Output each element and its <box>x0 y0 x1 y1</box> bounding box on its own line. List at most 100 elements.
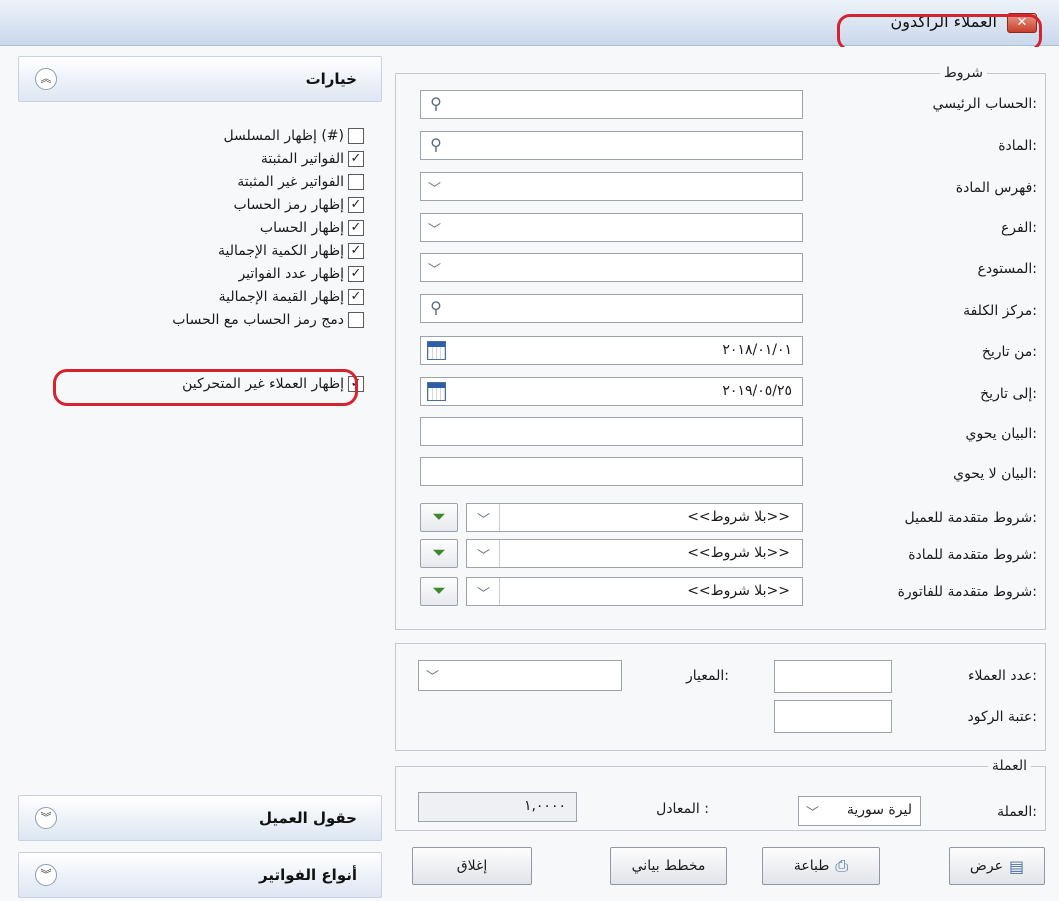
chevron-down-icon[interactable]: ﹀ <box>477 583 490 602</box>
to-date-field[interactable]: ٢٠١٩/٠٥/٢٥ <box>420 377 803 406</box>
statement-contains-label: البيان يحوي: <box>965 426 1037 442</box>
print-button[interactable]: طباعة ⎙ <box>762 847 880 885</box>
customer-fields-panel-header[interactable]: حقول العميل ︾ <box>18 795 382 841</box>
option-merge-account-code[interactable]: دمج رمز الحساب مع الحساب <box>172 309 364 331</box>
option-label: إظهار الكمية الإجمالية <box>217 243 344 259</box>
view-report-icon: ▤ <box>1008 856 1025 876</box>
warehouse-dropdown[interactable]: ﹀ <box>420 253 803 282</box>
view-button[interactable]: عرض ▤ <box>949 847 1045 885</box>
option-label: إظهار الحساب <box>259 220 344 236</box>
checkbox-icon[interactable] <box>348 128 364 144</box>
option-label: إظهار المسلسل (#) <box>223 128 344 144</box>
material-index-label: فهرس المادة: <box>955 180 1037 196</box>
to-date-label: إلى تاريخ: <box>980 386 1037 402</box>
view-button-label: عرض <box>969 858 1003 874</box>
options-panel-title: خيارات <box>305 70 357 88</box>
from-date-field[interactable]: ٢٠١٨/٠١/٠١ <box>420 336 803 365</box>
option-show-account-code[interactable]: ✓ إظهار رمز الحساب <box>233 194 364 216</box>
close-button-label: إغلاق <box>456 858 488 874</box>
option-label: دمج رمز الحساب مع الحساب <box>172 312 344 328</box>
expand-chevron-icon[interactable]: ︾ <box>35 807 57 829</box>
option-label: إظهار عدد الفواتير <box>238 266 344 282</box>
option-label: الفواتير المثبتة <box>260 151 344 167</box>
equivalent-label: المعادل : <box>656 801 709 817</box>
option-label: الفواتير غير المثبتة <box>237 174 344 190</box>
option-show-account[interactable]: ✓ إظهار الحساب <box>260 217 364 239</box>
statement-not-contains-field[interactable] <box>420 457 803 486</box>
calendar-icon[interactable] <box>427 382 446 401</box>
cost-center-label: مركز الكلفة: <box>963 303 1037 319</box>
adv-material-label: شروط متقدمة للمادة: <box>908 547 1037 563</box>
branch-dropdown[interactable]: ﹀ <box>420 213 803 242</box>
adv-material-combo[interactable]: ﹀ <<بلا شروط>> <box>466 539 803 568</box>
customer-count-field[interactable] <box>774 660 892 693</box>
customer-fields-title: حقول العميل <box>258 809 357 827</box>
checkbox-icon[interactable] <box>348 174 364 190</box>
statement-not-contains-label: البيان لا يحوي: <box>953 466 1037 482</box>
adv-material-filter-button[interactable]: ⏷ <box>420 539 458 568</box>
checkbox-checked-icon[interactable]: ✓ <box>348 220 364 236</box>
search-icon[interactable]: ⚲ <box>425 94 447 116</box>
option-show-total-value[interactable]: ✓ إظهار القيمة الإجمالية <box>219 286 364 308</box>
threshold-field[interactable] <box>774 700 892 733</box>
equivalent-field: ١,٠٠٠٠ <box>418 792 577 822</box>
adv-customer-label: شروط متقدمة للعميل: <box>904 510 1037 526</box>
cost-center-field[interactable]: ⚲ <box>420 294 803 323</box>
chevron-down-icon[interactable]: ﹀ <box>426 666 439 685</box>
currency-label: العملة: <box>997 804 1037 820</box>
print-button-label: طباعة <box>793 858 830 874</box>
statement-contains-field[interactable] <box>420 417 803 446</box>
chevron-down-icon[interactable]: ﹀ <box>428 259 441 278</box>
chevron-down-icon[interactable]: ﹀ <box>477 545 490 564</box>
expand-chevron-icon[interactable]: ︾ <box>35 864 57 886</box>
currency-legend: العملة <box>987 758 1031 774</box>
search-icon[interactable]: ⚲ <box>425 135 447 157</box>
invoice-types-panel-header[interactable]: أنواع الفواتير ︾ <box>18 852 382 898</box>
option-unposted-invoices[interactable]: الفواتير غير المثبتة <box>237 171 364 193</box>
checkbox-checked-icon[interactable]: ✓ <box>348 266 364 282</box>
invoice-types-title: أنواع الفواتير <box>259 866 357 884</box>
customer-count-label: عدد العملاء: <box>967 668 1037 684</box>
collapse-chevron-icon[interactable]: ︽ <box>35 68 57 90</box>
filter-icon: ⏷ <box>432 507 446 527</box>
material-field[interactable]: ⚲ <box>420 131 803 160</box>
option-highlight-annotation <box>53 369 358 406</box>
options-panel-header[interactable]: خيارات ︽ <box>18 56 382 102</box>
material-index-dropdown[interactable]: ﹀ <box>420 172 803 201</box>
checkbox-checked-icon[interactable]: ✓ <box>348 151 364 167</box>
filter-icon: ⏷ <box>432 581 446 601</box>
main-account-field[interactable]: ⚲ <box>420 90 803 119</box>
checkbox-checked-icon[interactable]: ✓ <box>348 289 364 305</box>
chevron-down-icon[interactable]: ﹀ <box>428 178 441 197</box>
chart-button[interactable]: مخطط بياني <box>610 847 727 885</box>
adv-customer-filter-button[interactable]: ⏷ <box>420 503 458 532</box>
printer-icon: ⎙ <box>835 856 849 875</box>
option-show-serial[interactable]: إظهار المسلسل (#) <box>223 125 364 147</box>
from-date-label: من تاريخ: <box>981 344 1037 360</box>
option-posted-invoices[interactable]: ✓ الفواتير المثبتة <box>261 148 364 170</box>
adv-customer-combo[interactable]: ﹀ <<بلا شروط>> <box>466 503 803 532</box>
main-account-label: الحساب الرئيسي: <box>932 96 1037 112</box>
title-highlight-annotation <box>837 14 1042 51</box>
checkbox-checked-icon[interactable]: ✓ <box>348 197 364 213</box>
chevron-down-icon[interactable]: ﹀ <box>477 509 490 528</box>
chart-button-label: مخطط بياني <box>631 858 706 874</box>
adv-invoice-combo[interactable]: ﹀ <<بلا شروط>> <box>466 577 803 606</box>
criterion-dropdown[interactable]: ﹀ <box>418 660 622 691</box>
checkbox-checked-icon[interactable]: ✓ <box>348 243 364 259</box>
material-label: المادة: <box>998 138 1037 154</box>
option-show-invoice-count[interactable]: ✓ إظهار عدد الفواتير <box>238 263 364 285</box>
currency-dropdown[interactable]: ﹀ ليرة سورية <box>798 796 921 826</box>
warehouse-label: المستودع: <box>977 261 1037 277</box>
checkbox-icon[interactable] <box>348 312 364 328</box>
criterion-label: المعيار: <box>686 668 729 684</box>
close-button[interactable]: إغلاق <box>412 847 532 885</box>
chevron-down-icon[interactable]: ﹀ <box>428 219 441 238</box>
adv-invoice-filter-button[interactable]: ⏷ <box>420 577 458 606</box>
search-icon[interactable]: ⚲ <box>425 298 447 320</box>
calendar-icon[interactable] <box>427 341 446 360</box>
conditions-legend: شروط <box>939 65 987 81</box>
threshold-label: عتبة الركود: <box>967 709 1038 725</box>
chevron-down-icon[interactable]: ﹀ <box>806 802 819 821</box>
option-show-total-quantity[interactable]: ✓ إظهار الكمية الإجمالية <box>218 240 364 262</box>
